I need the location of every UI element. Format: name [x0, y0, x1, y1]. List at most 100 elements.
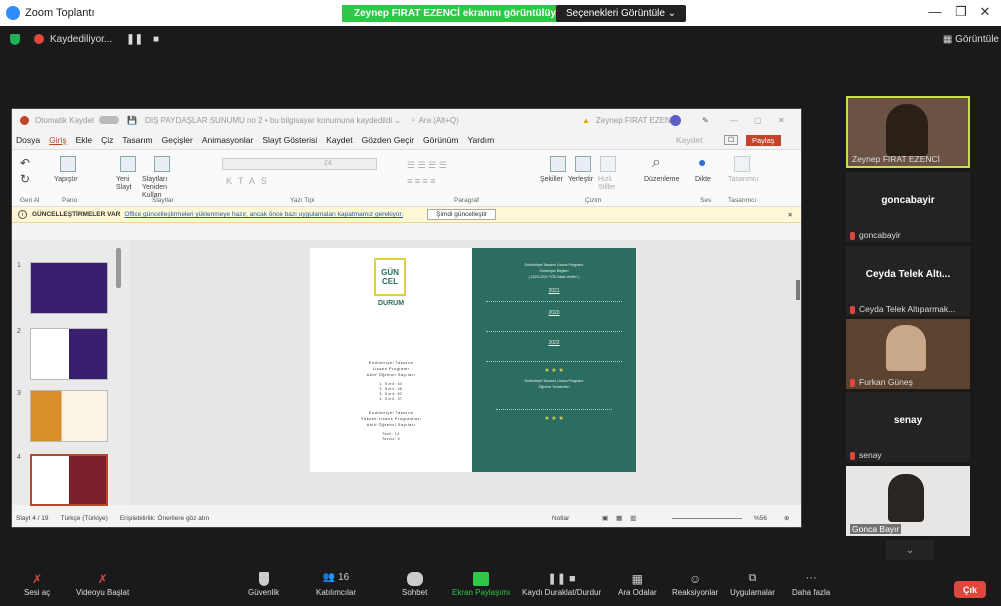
- ppt-close-icon[interactable]: ✕: [778, 116, 785, 125]
- font-size-box[interactable]: 24: [324, 160, 332, 167]
- microphone-icon[interactable]: ●: [698, 154, 706, 170]
- designer-icon[interactable]: [734, 156, 750, 172]
- fit-slide-icon[interactable]: ⊕: [784, 514, 789, 522]
- menu-gozden-gecir[interactable]: Gözden Geçir: [362, 135, 414, 145]
- share-screen-button[interactable]: Ekran Paylaşımı: [452, 572, 510, 597]
- share-button[interactable]: Paylaş: [746, 134, 781, 146]
- ppt-minimize-icon[interactable]: —: [730, 116, 738, 125]
- participant-tile-4[interactable]: Furkan Güneş: [846, 319, 970, 389]
- shapes-label[interactable]: Şekiller: [540, 176, 563, 183]
- save-icon[interactable]: 💾: [127, 116, 137, 125]
- autosave-label: Otomatik Kaydet: [35, 115, 95, 125]
- view-mode-icons[interactable]: ▣▦▥: [602, 514, 644, 522]
- menu-yardim[interactable]: Yardım: [467, 135, 494, 145]
- reuse-slides-icon[interactable]: [154, 156, 170, 172]
- shapes-icon[interactable]: [550, 156, 566, 172]
- menu-dosya[interactable]: Dosya: [16, 135, 40, 145]
- autosave-toggle[interactable]: [99, 116, 120, 124]
- leave-button[interactable]: Çık: [954, 581, 986, 598]
- thumbs-scrollbar[interactable]: [116, 248, 121, 288]
- slide-thumbnail-3[interactable]: [30, 390, 108, 442]
- new-slide-icon[interactable]: [120, 156, 136, 172]
- search-icon[interactable]: ⌕: [411, 115, 415, 125]
- slide-left-panel: GÜN CEL DURUM Endüstriyel Tasarım Lisans…: [310, 248, 472, 472]
- view-button[interactable]: ▦ Görüntüle: [943, 34, 999, 45]
- dictate-label[interactable]: Dikte: [695, 176, 711, 183]
- participant-video: [886, 325, 926, 371]
- slide-thumbnail-1[interactable]: [30, 262, 108, 314]
- search-box[interactable]: Ara (Alt+Q): [419, 116, 459, 125]
- quick-styles-label[interactable]: Hızlı Stiller: [598, 176, 620, 192]
- view-options-button[interactable]: Seçenekleri Görüntüle ⌄: [556, 5, 687, 22]
- language-status[interactable]: Türkçe (Türkiye): [61, 515, 108, 522]
- menu-ciz[interactable]: Çiz: [101, 135, 113, 145]
- quick-styles-icon[interactable]: [600, 156, 616, 172]
- unmute-button[interactable]: ✗ Sesi aç: [24, 572, 50, 597]
- menu-gecisler[interactable]: Geçişler: [162, 135, 193, 145]
- font-name-box[interactable]: [222, 158, 377, 170]
- arrange-icon[interactable]: [575, 156, 591, 172]
- accessibility-status[interactable]: Erişilebilirlik: Önerilere göz atın: [120, 515, 209, 522]
- breakout-rooms-button[interactable]: ▦ Ara Odalar: [618, 572, 657, 597]
- list-icons[interactable]: ☰ ☰ ☰ ☰: [407, 160, 447, 171]
- reactions-button[interactable]: ☺ Reaksiyonlar: [672, 572, 718, 597]
- participant-tile-5[interactable]: senay senay: [846, 392, 970, 462]
- slide-counter: Slayt 4 / 19: [16, 514, 49, 522]
- editor-scrollbar[interactable]: [796, 280, 800, 300]
- menu-slayt-gosterisi[interactable]: Slayt Gösterisi: [262, 135, 317, 145]
- slide-thumbnail-2[interactable]: [30, 328, 108, 380]
- undo-icon[interactable]: ↶: [20, 156, 30, 170]
- notes-button[interactable]: Notlar: [552, 515, 569, 522]
- chat-button[interactable]: Sohbet: [402, 572, 427, 597]
- kaydet-button[interactable]: Kaydet: [676, 135, 702, 145]
- year-details: [486, 296, 622, 302]
- stop-recording-icon[interactable]: ■: [153, 34, 159, 45]
- record-button[interactable]: ❚❚ ■ Kaydı Duraklat/Durdur: [522, 572, 601, 597]
- editing-label[interactable]: Düzenleme: [644, 176, 679, 183]
- start-video-button[interactable]: ✗ Videoyu Başlat: [76, 572, 129, 597]
- gunceldurum-logo: GÜN CEL: [374, 258, 406, 296]
- close-icon[interactable]: ✕: [975, 4, 995, 20]
- zoom-level[interactable]: %56: [754, 515, 767, 522]
- align-icons[interactable]: ≡ ≡ ≡ ≡: [407, 176, 436, 186]
- update-now-button[interactable]: Şimdi güncelleştir: [427, 209, 497, 220]
- menu-tasarim[interactable]: Tasarım: [122, 135, 152, 145]
- security-button[interactable]: Güvenlik: [248, 572, 279, 597]
- participant-tile-2[interactable]: goncabayir goncabayir: [846, 172, 970, 242]
- menu-kaydet[interactable]: Kaydet: [326, 135, 352, 145]
- menu-giris[interactable]: Giriş: [49, 135, 66, 145]
- participant-tile-3[interactable]: Ceyda Telek Altı... Ceyda Telek Altıparm…: [846, 246, 970, 316]
- more-button[interactable]: ··· Daha fazla: [792, 572, 830, 597]
- year-details: [486, 318, 622, 332]
- redo-icon[interactable]: ↻: [20, 172, 30, 186]
- scroll-down-button[interactable]: ⌄: [886, 540, 934, 560]
- participant-tile-6[interactable]: Gonca Bayır: [846, 466, 970, 536]
- font-format-icons[interactable]: KTAS: [226, 176, 273, 186]
- participants-button[interactable]: 👥 16 Katılımcılar: [316, 572, 356, 597]
- apps-button[interactable]: ⧉ Uygulamalar: [730, 572, 775, 597]
- slide-thumbnail-4[interactable]: [30, 454, 108, 506]
- notif-text[interactable]: Office güncelleştirmeleri yüklenmeye haz…: [124, 211, 403, 218]
- menu-ekle[interactable]: Ekle: [76, 135, 93, 145]
- participant-tile-1[interactable]: Zeynep FIRAT EZENCİ: [846, 96, 970, 168]
- pause-recording-icon[interactable]: ❚❚: [126, 34, 143, 45]
- zoom-slider[interactable]: [672, 518, 742, 519]
- menu-animasyonlar[interactable]: Animasyonlar: [202, 135, 254, 145]
- restore-icon[interactable]: ❐: [951, 4, 971, 20]
- new-slide-label[interactable]: Yeni Slayt: [116, 176, 140, 192]
- user-avatar[interactable]: [670, 115, 681, 126]
- paste-icon[interactable]: [60, 156, 76, 172]
- comments-icon[interactable]: ☐: [724, 135, 739, 145]
- minimize-icon[interactable]: —: [925, 4, 945, 19]
- arrange-label[interactable]: Yerleştir: [568, 176, 593, 183]
- pen-icon[interactable]: ✎: [702, 116, 709, 125]
- unmute-label: Sesi aç: [24, 588, 51, 597]
- designer-label[interactable]: Tasarımcı: [728, 176, 758, 183]
- signed-in-user[interactable]: Zeynep FIRAT EZENCİ: [596, 116, 679, 125]
- paste-label[interactable]: Yapıştır: [54, 176, 78, 183]
- ppt-restore-icon[interactable]: ▢: [754, 116, 762, 125]
- find-icon[interactable]: ⌕: [652, 154, 661, 172]
- menu-gorunum[interactable]: Görünüm: [423, 135, 458, 145]
- ppt-ribbon: ↶ ↻ Yapıştır Yeni Slayt Slaytları Yenide…: [12, 149, 801, 207]
- notif-close-icon[interactable]: ✕: [788, 211, 793, 219]
